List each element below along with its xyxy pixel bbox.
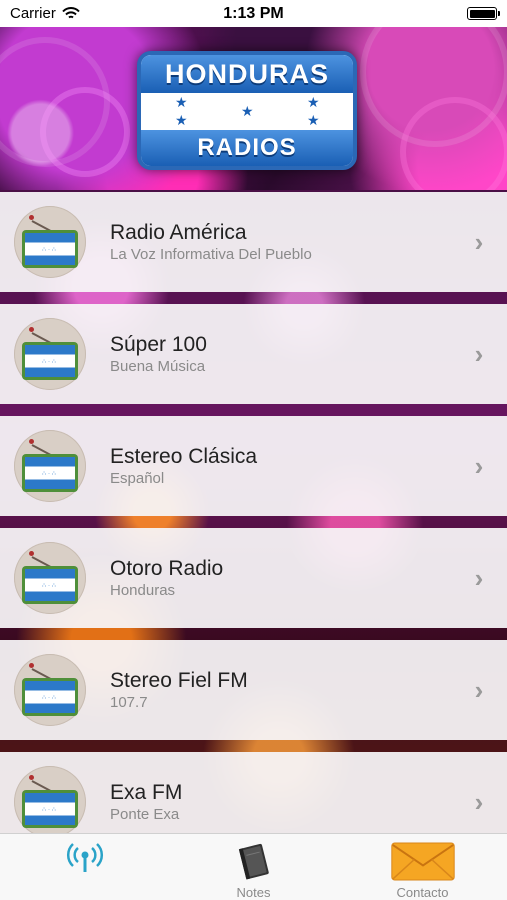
chevron-right-icon: › (474, 562, 484, 593)
tab-contacto[interactable]: Contacto (338, 834, 507, 900)
station-radio-icon: ∴·∴ (14, 766, 86, 833)
station-name: Exa FM (110, 781, 183, 804)
wifi-icon (62, 7, 80, 19)
station-subtitle: Español (110, 470, 165, 487)
chevron-right-icon: › (474, 674, 484, 705)
station-radio-icon: ∴·∴ (14, 542, 86, 614)
station-row-otoro-radio[interactable]: ∴·∴ Otoro Radio Honduras › (0, 528, 507, 628)
tab-label: Notes (236, 885, 271, 900)
station-row-exa-fm[interactable]: ∴·∴ Exa FM Ponte Exa › (0, 752, 507, 833)
chevron-right-icon: › (474, 338, 484, 369)
station-subtitle: 107.7 (110, 694, 148, 711)
logo-stars: ★ ★ ★ ★ ★ (141, 93, 353, 130)
star-icon: ★ (175, 112, 188, 128)
honduras-radios-logo: HONDURAS ★ ★ ★ ★ ★ RADIOS (137, 51, 357, 170)
station-name: Radio América (110, 221, 247, 244)
tab-notes[interactable]: Notes (169, 834, 338, 900)
station-name: Otoro Radio (110, 557, 224, 580)
decor-ring (40, 87, 130, 177)
tab-radios[interactable] (0, 834, 169, 900)
station-row-super-100[interactable]: ∴·∴ Súper 100 Buena Música › (0, 304, 507, 404)
station-row-stereo-fiel-fm[interactable]: ∴·∴ Stereo Fiel FM 107.7 › (0, 640, 507, 740)
station-subtitle: Honduras (110, 582, 176, 599)
tab-bar: Notes Contacto (0, 833, 507, 900)
station-radio-icon: ∴·∴ (14, 318, 86, 390)
station-subtitle: La Voz Informativa Del Pueblo (110, 246, 312, 263)
logo-title-bottom: RADIOS (141, 130, 353, 166)
star-icon: ★ (307, 94, 320, 110)
station-radio-icon: ∴·∴ (14, 206, 86, 278)
station-subtitle: Buena Música (110, 358, 206, 375)
envelope-icon (390, 842, 455, 881)
chevron-right-icon: › (474, 786, 484, 817)
header-banner: HONDURAS ★ ★ ★ ★ ★ RADIOS (0, 27, 507, 190)
station-row-estereo-clasica[interactable]: ∴·∴ Estereo Clásica Español › (0, 416, 507, 516)
status-left: Carrier (10, 5, 80, 22)
radio-signal-icon (66, 843, 103, 872)
notebook-icon (238, 843, 269, 880)
battery-icon (467, 7, 500, 20)
station-name: Estereo Clásica (110, 445, 258, 468)
star-icon: ★ (307, 112, 320, 128)
chevron-right-icon: › (474, 226, 484, 257)
station-name: Stereo Fiel FM (110, 669, 248, 692)
station-radio-icon: ∴·∴ (14, 430, 86, 502)
station-subtitle: Ponte Exa (110, 806, 180, 823)
tab-label: Contacto (396, 885, 449, 900)
chevron-right-icon: › (474, 450, 484, 481)
station-name: Súper 100 (110, 333, 207, 356)
star-icon: ★ (241, 103, 254, 119)
logo-title-top: HONDURAS (141, 55, 353, 93)
station-radio-icon: ∴·∴ (14, 654, 86, 726)
star-icon: ★ (175, 94, 188, 110)
carrier-label: Carrier (10, 5, 56, 22)
status-bar: Carrier 1:13 PM (0, 0, 507, 27)
station-row-radio-america[interactable]: ∴·∴ Radio América La Voz Informativa Del … (0, 192, 507, 292)
station-list: ∴·∴ Radio América La Voz Informativa Del … (0, 190, 507, 833)
